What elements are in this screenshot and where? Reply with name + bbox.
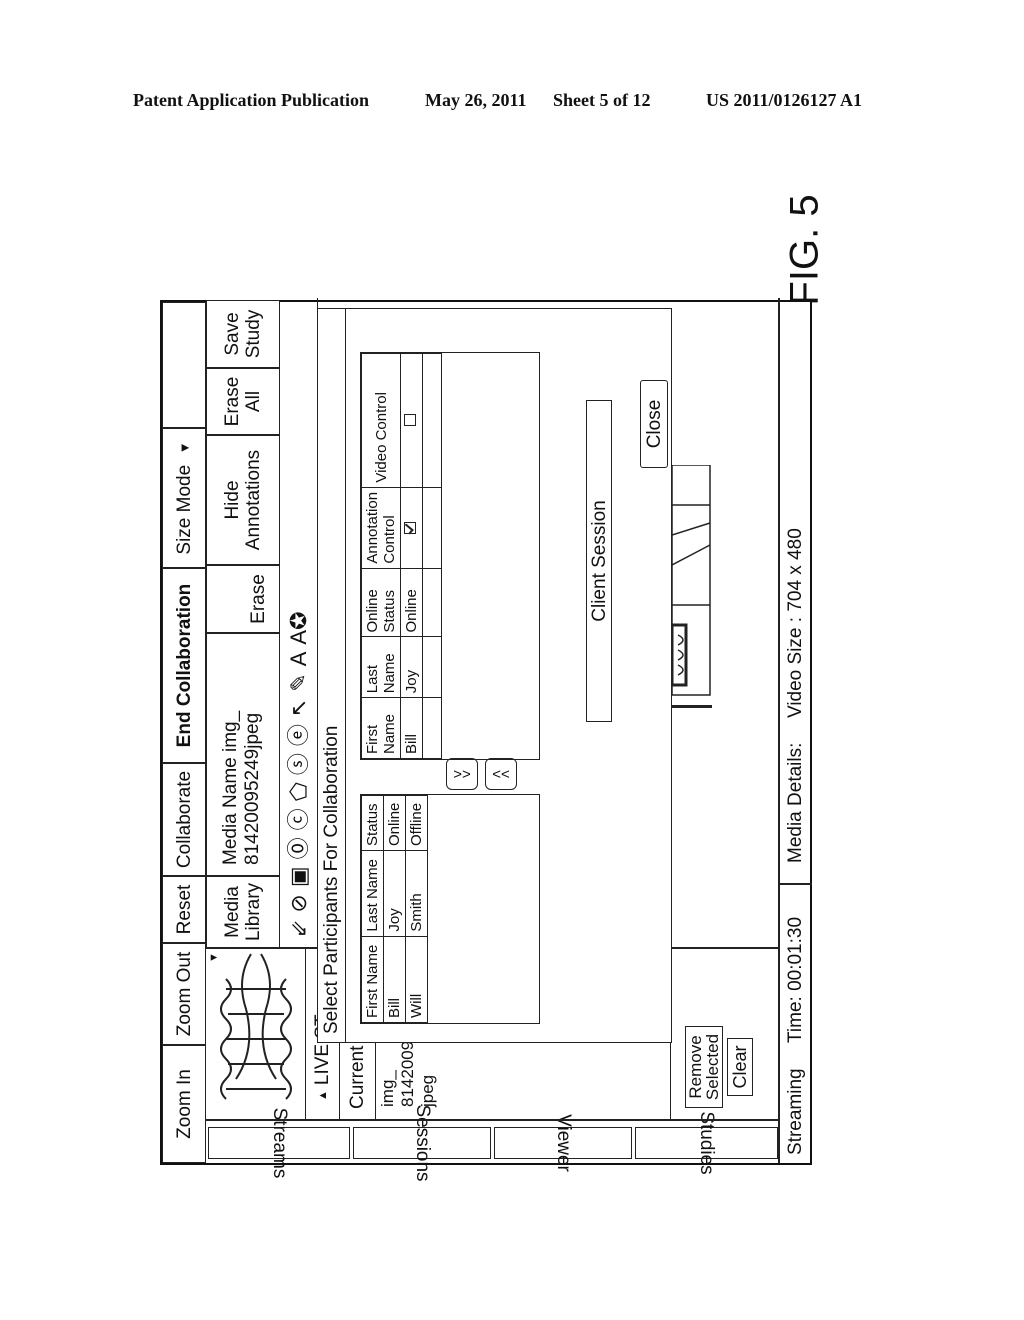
close-button[interactable]: Close (640, 380, 668, 468)
selected-participants-table: First Name Last Name Online Status Annot… (361, 353, 442, 759)
arrow-tool-icon[interactable]: ↖ (286, 699, 311, 717)
pointer-icon[interactable]: ⇙ (286, 920, 311, 938)
tab-viewer[interactable]: Viewer (494, 1114, 632, 1172)
column-header[interactable]: Online Status (361, 568, 401, 637)
erase-button[interactable]: Erase (206, 565, 280, 633)
video-control-checkbox[interactable] (404, 414, 416, 427)
status-bar: Streaming Time: 00:01:30 Media Details: … (780, 298, 812, 1163)
size-mode-dropdown[interactable]: Size Mode ▼ (162, 428, 206, 568)
available-participants-table: First Name Last Name Status Bill Joy Onl… (361, 795, 428, 1023)
patent-number: US 2011/0126127 A1 (706, 90, 863, 110)
media-thumbnail (206, 949, 306, 1119)
thumbnail-dropdown-arrow[interactable]: ▼ (208, 949, 222, 963)
column-header[interactable]: Last Name (361, 850, 384, 937)
client-session-button[interactable]: Client Session (586, 400, 612, 722)
table-row[interactable]: Bill Joy Online (400, 353, 423, 759)
streaming-status: Streaming (785, 1068, 806, 1155)
zoom-in-button[interactable]: Zoom In (162, 1045, 206, 1163)
media-library-button[interactable]: Media Library (206, 876, 280, 948)
table-row[interactable]: Bill Joy Online (383, 795, 406, 1023)
spine-video-frame (670, 464, 711, 696)
freehand-tool-icon[interactable]: ⓢ (286, 753, 311, 775)
arc-tool-icon[interactable]: ⓒ (286, 808, 311, 830)
polygon-tool-icon[interactable]: ⬠ (286, 782, 311, 801)
curve-tool-icon[interactable]: ⓔ (286, 724, 311, 746)
size-mode-label: Size Mode (173, 464, 195, 555)
media-name-value: 81420095249jpeg (242, 712, 263, 865)
toolbar-spacer (162, 302, 206, 428)
edit-note-icon[interactable]: ✎ (286, 673, 311, 691)
media-name-field: Media Name img_ 81420095249jpeg (206, 633, 280, 876)
annotation-toolbar: ⇙ ⊘ ▣ ⓪ ⓒ ⬠ ⓢ ⓔ ↖ ✎ A A✪ (280, 298, 318, 948)
tab-streams[interactable]: Streams (208, 1108, 350, 1178)
annotation-control-checkbox[interactable] (404, 521, 416, 534)
status-separator (780, 883, 812, 885)
spine-image (220, 953, 292, 1100)
add-participant-button[interactable]: >> (446, 758, 478, 790)
sheet-number: Sheet 5 of 12 (553, 90, 651, 110)
remove-selected-button[interactable]: Remove Selected (685, 1026, 723, 1108)
clear-button[interactable]: Clear (727, 1038, 753, 1096)
elapsed-time: Time: 00:01:30 (785, 916, 806, 1043)
ellipse-tool-icon[interactable]: ⓪ (286, 837, 311, 859)
selected-participants-list[interactable]: First Name Last Name Online Status Annot… (360, 352, 540, 760)
media-details-label: Media Details: (785, 742, 806, 863)
nav-divider (206, 1119, 780, 1121)
chevron-down-icon: ▼ (176, 441, 192, 455)
column-header[interactable]: First Name (361, 936, 384, 1023)
video-size: Video Size : 704 x 480 (785, 528, 806, 718)
available-participants-list[interactable]: First Name Last Name Status Bill Joy Onl… (360, 794, 540, 1024)
line-tool-icon[interactable]: ⊘ (286, 894, 311, 912)
figure-label: FIG. 5 (775, 194, 835, 305)
tab-studies[interactable]: Studies (635, 1111, 778, 1175)
column-header[interactable]: Status (361, 795, 384, 851)
column-header[interactable]: Annotation Control (361, 487, 401, 569)
end-collaboration-button[interactable]: End Collaboration (162, 568, 206, 763)
column-header[interactable]: First Name (361, 697, 401, 759)
sort-up-icon: ▲ (316, 1090, 329, 1101)
remove-participant-button[interactable]: << (485, 758, 517, 790)
publication-date: May 26, 2011 (425, 90, 527, 110)
column-header[interactable]: Video Control (361, 353, 401, 488)
save-study-button[interactable]: Save Study (206, 300, 280, 368)
reset-button[interactable]: Reset (162, 876, 206, 943)
dialog-title: Select Participants For Collaboration (318, 309, 346, 1042)
collaborate-button[interactable]: Collaborate (162, 763, 206, 876)
video-preview (670, 464, 712, 708)
rectangle-tool-icon[interactable]: ▣ (286, 866, 311, 887)
zoom-out-button[interactable]: Zoom Out (162, 943, 206, 1045)
hide-annotations-button[interactable]: Hide Annotations (206, 435, 280, 565)
figure-label-text: FIG. 5 (782, 194, 827, 306)
text-stamp-icon[interactable]: A✪ (286, 611, 311, 644)
column-header[interactable]: Last Name (361, 637, 401, 698)
table-row[interactable]: Will Smith Offline (405, 795, 428, 1023)
media-name-label: Media Name img_ (220, 710, 241, 865)
application-window: Zoom In Zoom Out Reset Collaborate End C… (160, 298, 812, 1182)
tab-sessions[interactable]: Sessions (353, 1104, 491, 1182)
text-tool-icon[interactable]: A (286, 652, 311, 667)
erase-all-button[interactable]: Erase All (206, 368, 280, 435)
nav-tabs: Streams Sessions Viewer Studies (206, 1104, 780, 1182)
select-participants-dialog: Select Participants For Collaboration Fi… (317, 308, 672, 1043)
table-row-empty (422, 353, 442, 759)
publication-label: Patent Application Publication (133, 90, 370, 110)
